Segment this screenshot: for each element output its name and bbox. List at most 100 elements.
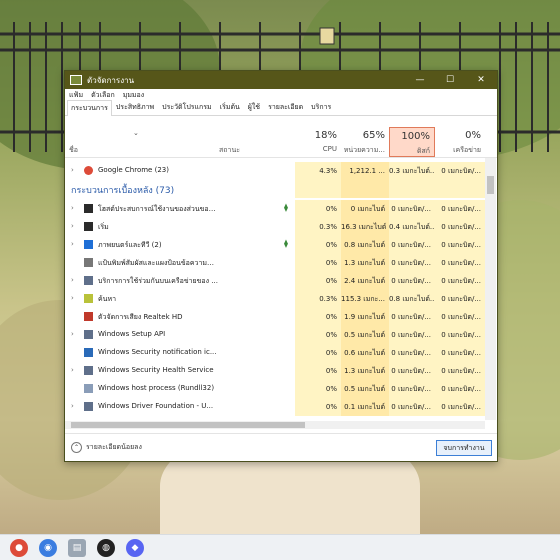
process-row[interactable]: 0% 1.3 เมกะไบต์ 0 เมกะบิต/... 0 เมกะบิต/...… <box>65 254 485 272</box>
background-processes-title: กระบวนการเบื้องหลัง (73) <box>71 186 175 196</box>
expand-chevron-icon[interactable]: › <box>71 204 74 212</box>
header-disk-label: ดิสก์ <box>416 147 430 155</box>
cell-disk: 0.3 เมกะไบต์... <box>389 162 435 180</box>
tab-details[interactable]: รายละเอียด <box>264 99 307 115</box>
expand-chevron-icon[interactable]: › <box>71 276 74 284</box>
process-row[interactable]: 0.3% 115.3 เมกะ... 0.8 เมกะไบต์... 0 เมกะบิ… <box>65 290 485 308</box>
minimize-button[interactable]: — <box>405 71 435 89</box>
cell-mem: 1.3 เมกะไบต์ <box>341 362 389 380</box>
process-name: แป้นพิมพ์สัมผัสและแผงป้อนข้อความลายมื... <box>98 259 218 267</box>
fewer-details-link[interactable]: ⌃ รายละเอียดน้อยลง <box>71 442 142 453</box>
header-network-label: เครือข่าย <box>453 146 481 154</box>
menu-file[interactable]: แฟ้ม <box>69 90 83 101</box>
header-memory[interactable]: 65% หน่วยความ... <box>341 127 389 157</box>
cell-mem: 0.8 เมกะไบต์ <box>341 236 389 254</box>
cell-mem: 0.1 เมกะไบต์ <box>341 398 389 416</box>
process-row[interactable]: 0% 0 เมกะไบต์ 0 เมกะบิต/... 0 เมกะบิต/... › โ… <box>65 200 485 218</box>
process-row[interactable]: 0% 2.4 เมกะไบต์ 0 เมกะบิต/... 0 เมกะบิต/...… <box>65 272 485 290</box>
process-name: Windows Driver Foundation - U... <box>98 402 214 410</box>
header-network-pct: 0% <box>465 130 481 141</box>
cell-net: 0 เมกะบิต/... <box>435 162 485 180</box>
header-name[interactable]: ชื่อ <box>69 145 78 156</box>
document-icon <box>84 384 93 393</box>
service-icon <box>84 276 93 285</box>
expand-chevron-icon[interactable]: › <box>71 330 74 338</box>
cell-net: 0 เมกะบิต/... <box>435 398 485 416</box>
process-row[interactable]: 0% 1.9 เมกะไบต์ 0 เมกะบิต/... 0 เมกะบิต/...… <box>65 308 485 326</box>
cell-disk: 0 เมกะบิต/... <box>389 362 435 380</box>
task-manager-icon <box>70 75 82 85</box>
cell-cpu: 0% <box>295 272 341 290</box>
movies-tv-icon <box>84 240 93 249</box>
obs-icon[interactable]: ◍ <box>97 538 115 557</box>
process-name: เริ่ม <box>98 223 109 231</box>
process-row[interactable]: 0% 0.6 เมกะไบต์ 0 เมกะบิต/... 0 เมกะบิต/...… <box>65 344 485 362</box>
window-title: ตัวจัดการงาน <box>87 75 135 85</box>
header-cpu[interactable]: 18% CPU <box>295 127 341 157</box>
cell-mem: 16.3 เมกะไบต์ <box>341 218 389 236</box>
tab-performance[interactable]: ประสิทธิภาพ <box>112 99 158 115</box>
cell-cpu: 0.3% <box>295 218 341 236</box>
cell-cpu: 0% <box>295 344 341 362</box>
process-row[interactable]: 0% 0.5 เมกะไบต์ 0 เมกะบิต/... 0 เมกะบิต/...… <box>65 326 485 344</box>
tab-strip: กระบวนการ ประสิทธิภาพ ประวัติโปรแกรม เริ… <box>65 99 497 116</box>
header-memory-pct: 65% <box>362 130 385 141</box>
tab-app-history[interactable]: ประวัติโปรแกรม <box>158 99 216 115</box>
expand-chevron-icon[interactable]: › <box>71 366 74 374</box>
close-button[interactable]: ✕ <box>466 71 496 89</box>
process-name: ตัวจัดการเสียง Realtek HD <box>98 313 183 321</box>
process-row[interactable]: 0.3% 16.3 เมกะไบต์ 0.4 เมกะไบต์... 0 เมกะบิ… <box>65 218 485 236</box>
cell-mem: 0 เมกะไบต์ <box>341 200 389 218</box>
process-row[interactable]: 0% 0.1 เมกะไบต์ 0 เมกะบิต/... 0 เมกะบิต/...… <box>65 398 485 416</box>
process-row[interactable]: 0% 1.3 เมกะไบต์ 0 เมกะบิต/... 0 เมกะบิต/...… <box>65 362 485 380</box>
expand-chevron-icon[interactable]: › <box>71 166 74 174</box>
process-list: 4.3% 1,212.1 ... 0.3 เมกะไบต์... 0 เมกะบิต/… <box>65 158 485 420</box>
cell-blank <box>295 180 341 198</box>
taskbar: ● ◉ ▤ ◍ ◆ <box>0 534 560 560</box>
cell-cpu: 0% <box>295 398 341 416</box>
process-row[interactable]: 0% 0.5 เมกะไบต์ 0 เมกะบิต/... 0 เมกะบิต/...… <box>65 380 485 398</box>
process-name: โฮสต์ประสบการณ์ใช้งานของส่วนของ W... <box>98 205 218 213</box>
tab-processes[interactable]: กระบวนการ <box>67 100 112 116</box>
cell-disk: 0 เมกะบิต/... <box>389 200 435 218</box>
search-app-icon <box>84 294 93 303</box>
cell-cpu: 0.3% <box>295 290 341 308</box>
expand-chevron-icon[interactable]: › <box>71 222 74 230</box>
window-host-icon <box>84 204 93 213</box>
group-row: กระบวนการเบื้องหลัง (73) <box>65 180 485 198</box>
header-disk[interactable]: 100% ดิสก์ <box>389 127 435 157</box>
cell-cpu: 0% <box>295 254 341 272</box>
cell-mem: 1.9 เมกะไบต์ <box>341 308 389 326</box>
vertical-scrollbar[interactable] <box>485 158 496 420</box>
header-status[interactable]: สถานะ <box>219 145 240 156</box>
expand-chevron-icon[interactable]: › <box>71 402 74 410</box>
expand-chevron-icon[interactable]: › <box>71 240 74 248</box>
chrome-icon[interactable]: ● <box>10 538 28 557</box>
edge-icon[interactable]: ◉ <box>39 538 57 557</box>
scroll-thumb[interactable] <box>487 176 494 194</box>
discord-icon[interactable]: ◆ <box>126 538 144 557</box>
maximize-button[interactable]: ☐ <box>435 71 465 89</box>
cell-disk: 0 เมกะบิต/... <box>389 398 435 416</box>
service-icon <box>84 366 93 375</box>
cell-net: 0 เมกะบิต/... <box>435 218 485 236</box>
expand-chevron-icon[interactable]: › <box>71 294 74 302</box>
process-row[interactable]: 0% 0.8 เมกะไบต์ 0 เมกะบิต/... 0 เมกะบิต/...… <box>65 236 485 254</box>
cell-disk: 0 เมกะบิต/... <box>389 236 435 254</box>
tab-users[interactable]: ผู้ใช้ <box>244 99 264 115</box>
tab-services[interactable]: บริการ <box>307 99 335 115</box>
tab-startup[interactable]: เริ่มต้น <box>216 99 244 115</box>
scroll-thumb[interactable] <box>71 422 305 428</box>
horizontal-scrollbar[interactable] <box>65 421 485 429</box>
cell-disk: 0 เมกะบิต/... <box>389 344 435 362</box>
end-task-button[interactable]: จบการทำงาน <box>436 440 492 456</box>
process-row[interactable]: 4.3% 1,212.1 ... 0.3 เมกะไบต์... 0 เมกะบิต/… <box>65 162 485 180</box>
header-network[interactable]: 0% เครือข่าย <box>435 127 485 157</box>
process-name: Windows host process (Rundll32) <box>98 384 215 392</box>
cell-cpu: 0% <box>295 308 341 326</box>
cell-net: 0 เมกะบิต/... <box>435 362 485 380</box>
cell-mem: 0.5 เมกะไบต์ <box>341 326 389 344</box>
sort-chevron-icon[interactable]: ⌄ <box>133 129 139 137</box>
photos-icon[interactable]: ▤ <box>68 538 86 557</box>
title-bar[interactable]: ตัวจัดการงาน — ☐ ✕ <box>65 71 497 89</box>
